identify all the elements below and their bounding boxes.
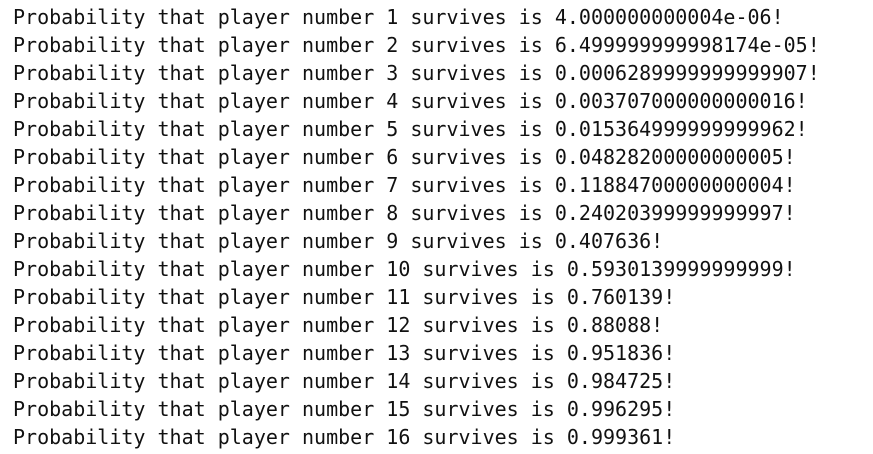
output-line: Probability that player number 11 surviv… xyxy=(13,285,676,309)
output-line: Probability that player number 3 survive… xyxy=(13,61,820,85)
output-line: Probability that player number 6 survive… xyxy=(13,145,796,169)
output-line: Probability that player number 1 survive… xyxy=(13,5,784,29)
output-line: Probability that player number 15 surviv… xyxy=(13,397,676,421)
output-line: Probability that player number 16 surviv… xyxy=(13,425,676,449)
output-line: Probability that player number 7 survive… xyxy=(13,173,796,197)
output-line: Probability that player number 14 surviv… xyxy=(13,369,676,393)
output-line: Probability that player number 4 survive… xyxy=(13,89,808,113)
output-line: Probability that player number 2 survive… xyxy=(13,33,820,57)
output-line: Probability that player number 12 surviv… xyxy=(13,313,664,337)
console-output: Probability that player number 1 survive… xyxy=(13,3,868,451)
output-line: Probability that player number 8 survive… xyxy=(13,201,796,225)
output-line: Probability that player number 10 surviv… xyxy=(13,257,796,281)
output-line: Probability that player number 5 survive… xyxy=(13,117,808,141)
output-line: Probability that player number 9 survive… xyxy=(13,229,664,253)
output-line: Probability that player number 13 surviv… xyxy=(13,341,676,365)
